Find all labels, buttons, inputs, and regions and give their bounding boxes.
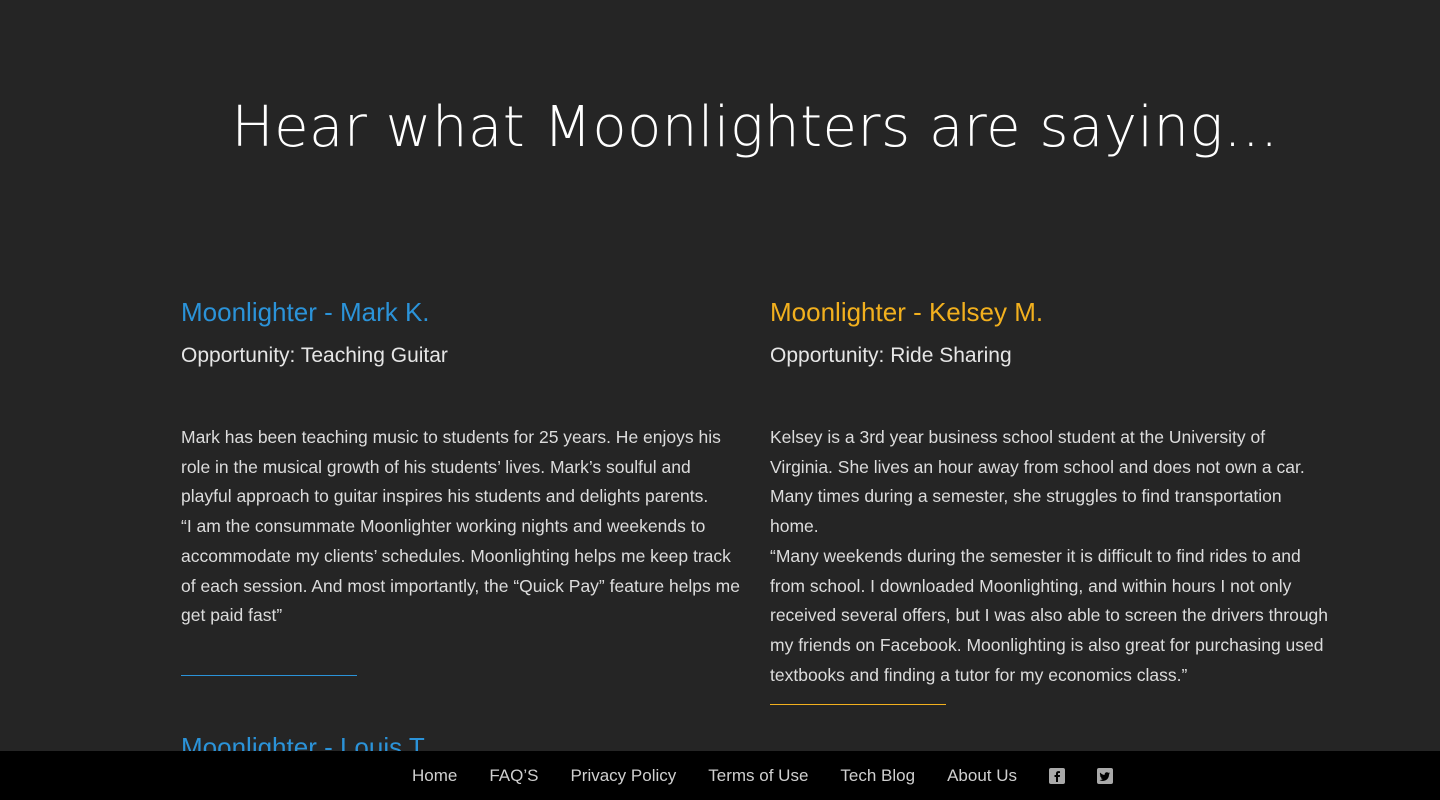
twitter-icon[interactable] (1097, 767, 1114, 784)
testimonial-opportunity: Opportunity: Teaching Guitar (181, 344, 448, 367)
footer-link-home[interactable]: Home (412, 766, 457, 786)
testimonial-quote: “I am the consummate Moonlighter working… (181, 516, 740, 626)
facebook-icon[interactable] (1049, 767, 1066, 784)
footer-link-terms-of-use[interactable]: Terms of Use (708, 766, 808, 786)
testimonial-bio: Kelsey is a 3rd year business school stu… (770, 427, 1305, 537)
testimonial-card-kelsey: Moonlighter - Kelsey M. Opportunity: Rid… (770, 295, 1330, 690)
divider-blue (181, 675, 357, 676)
footer-nav: Home FAQ’S Privacy Policy Terms of Use T… (412, 766, 1114, 786)
footer-link-about-us[interactable]: About Us (947, 766, 1017, 786)
testimonial-title: Moonlighter - Kelsey M. (770, 297, 1044, 327)
testimonial-card-mark: Moonlighter - Mark K. Opportunity: Teach… (181, 295, 741, 631)
testimonial-body: Mark has been teaching music to students… (181, 423, 741, 631)
testimonial-bio: Mark has been teaching music to students… (181, 427, 721, 507)
site-footer: Home FAQ’S Privacy Policy Terms of Use T… (0, 751, 1440, 800)
social-links (1049, 767, 1114, 784)
page-headline: Hear what Moonlighters are saying... (231, 95, 1279, 160)
testimonial-opportunity: Opportunity: Ride Sharing (770, 344, 1012, 367)
divider-gold (770, 704, 946, 705)
testimonial-title: Moonlighter - Mark K. (181, 297, 430, 327)
testimonial-body: Kelsey is a 3rd year business school stu… (770, 423, 1330, 690)
footer-link-faqs[interactable]: FAQ’S (489, 766, 538, 786)
testimonials-page: Hear what Moonlighters are saying... Moo… (0, 0, 1440, 800)
footer-link-privacy-policy[interactable]: Privacy Policy (570, 766, 676, 786)
testimonial-quote: “Many weekends during the semester it is… (770, 545, 1329, 685)
footer-link-tech-blog[interactable]: Tech Blog (840, 766, 915, 786)
